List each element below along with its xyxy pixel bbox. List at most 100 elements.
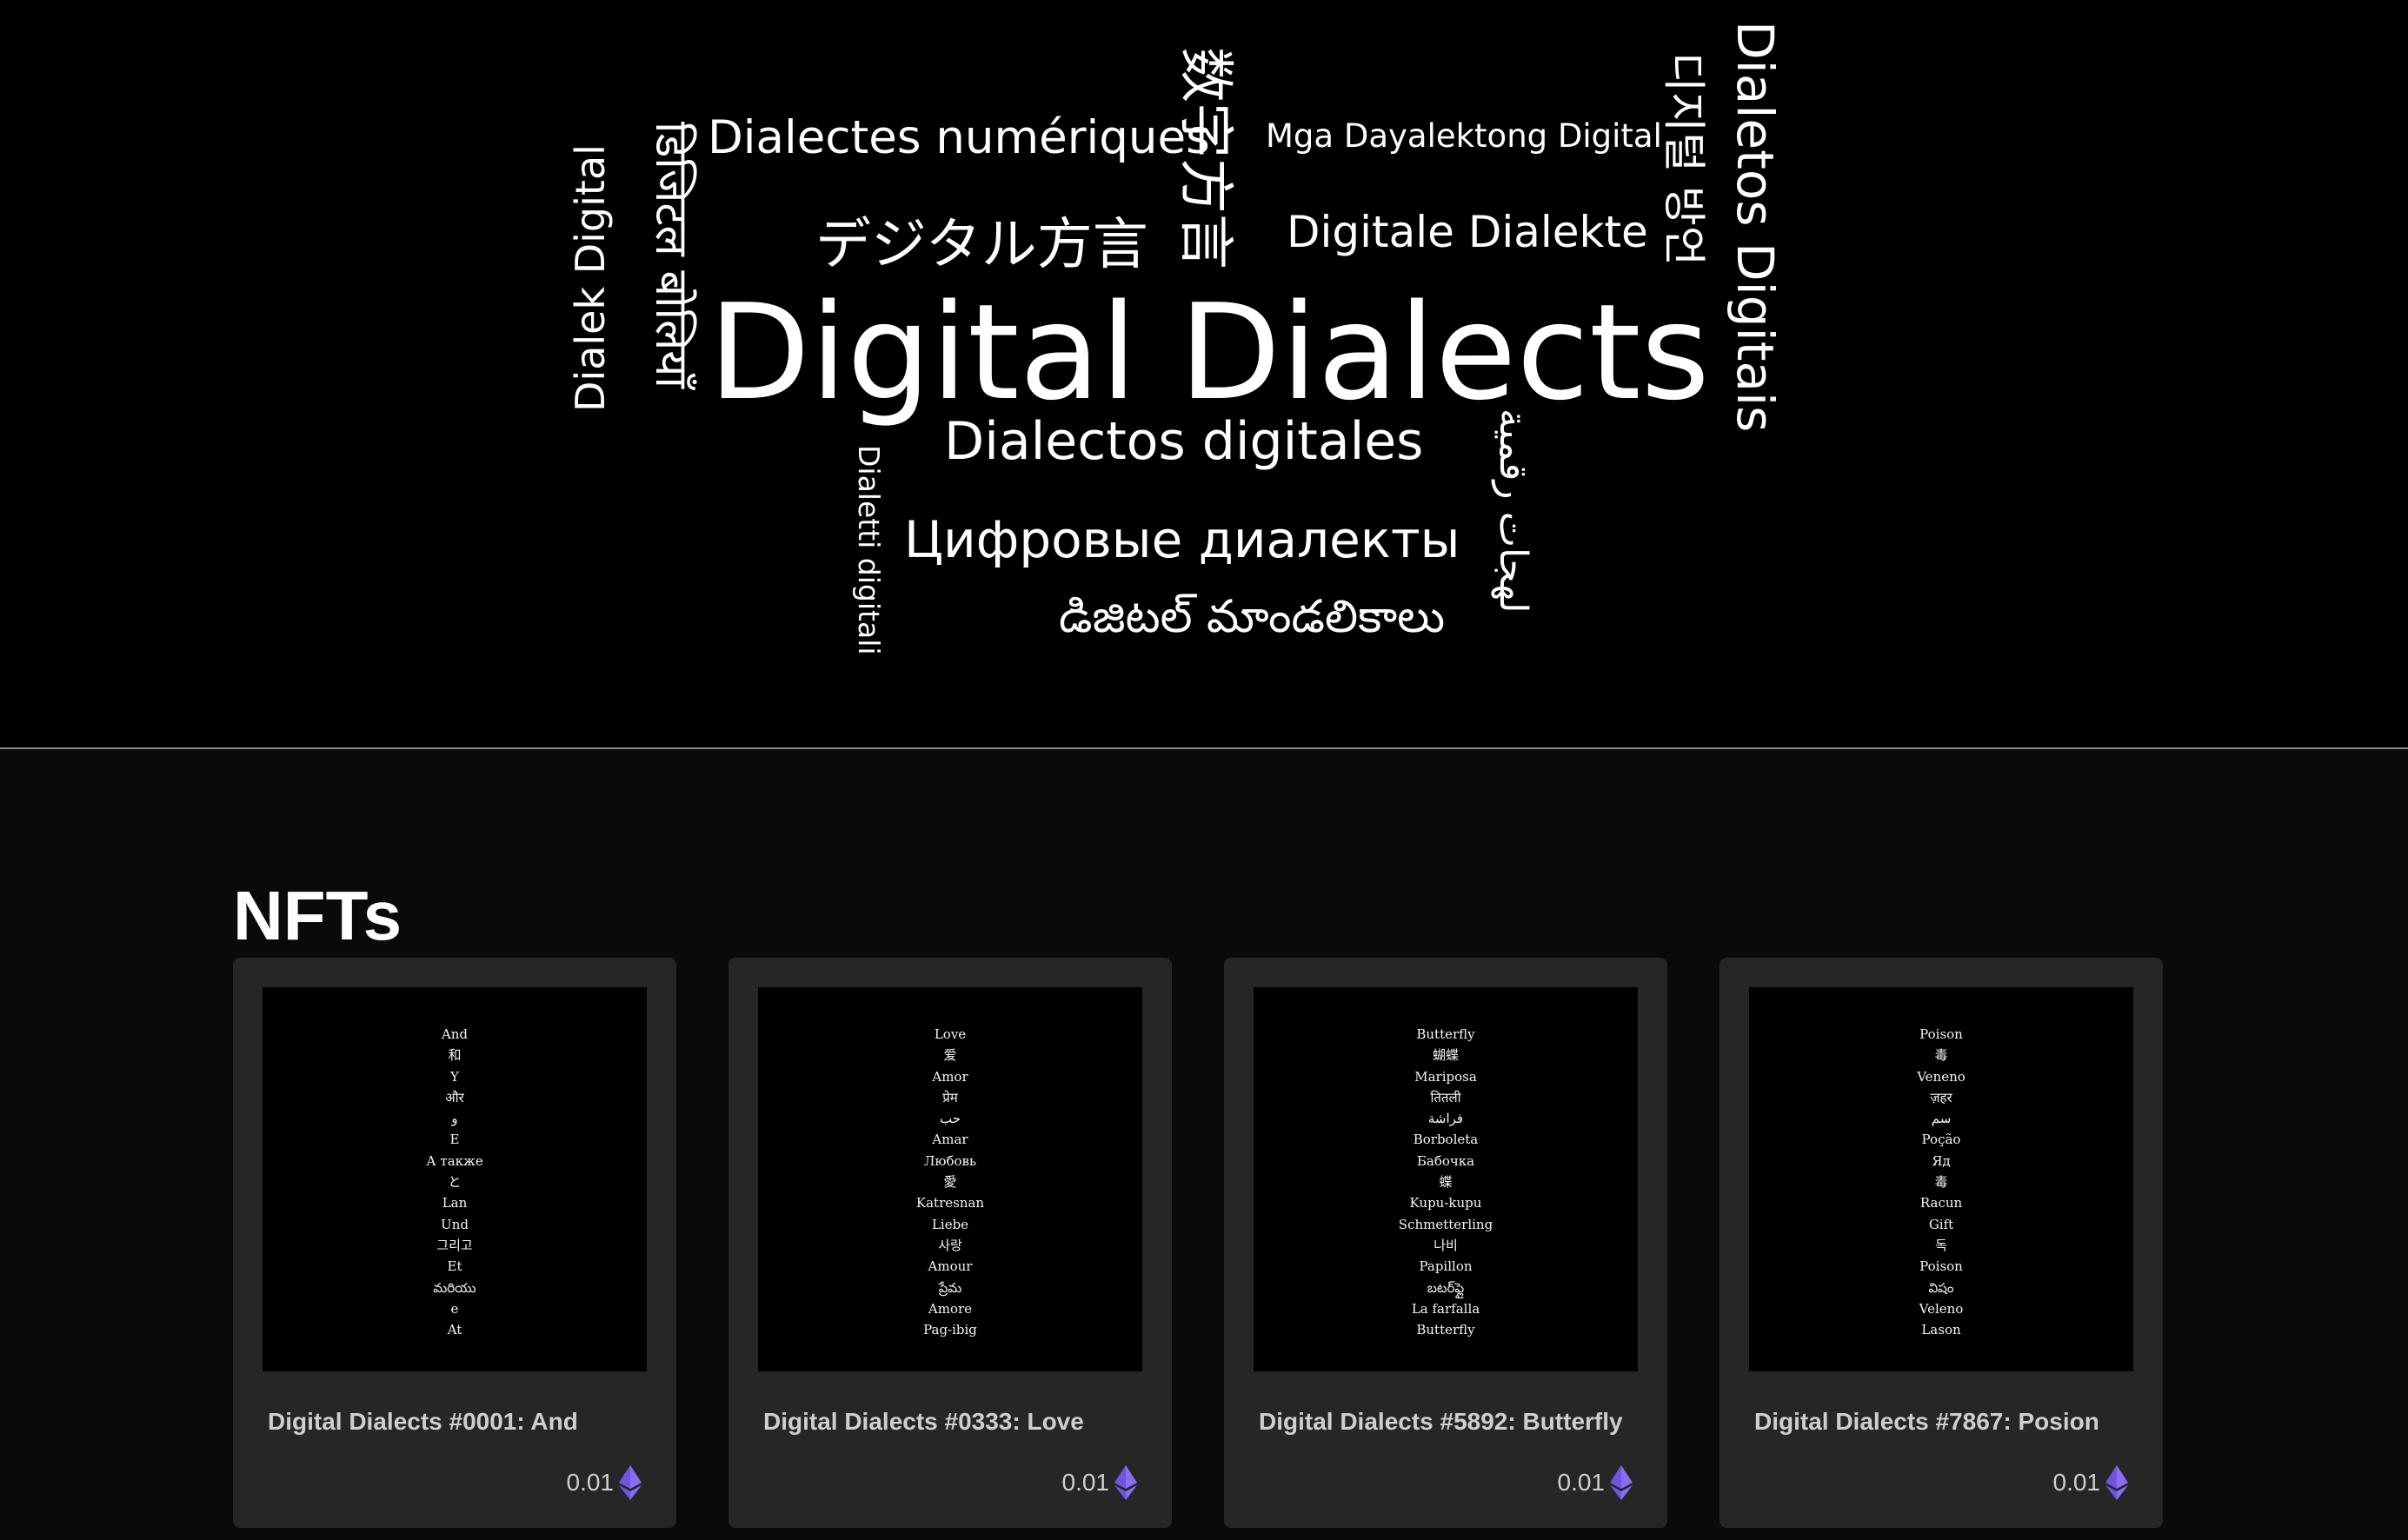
nft-image-word: Poison	[1919, 1258, 1963, 1275]
nft-image-word: فراشة	[1427, 1111, 1464, 1127]
word-tagalog: Mga Dayalektong Digital	[1266, 117, 1662, 155]
hero-title: Digital Dialects	[708, 275, 1710, 429]
nft-image-word: La farfalla	[1411, 1300, 1480, 1317]
word-japanese: デジタル方言	[815, 213, 1148, 277]
nft-image-word: Любовь	[923, 1152, 977, 1169]
nft-image-word: Gift	[1928, 1216, 1954, 1232]
price-value: 0.01	[2052, 1469, 2101, 1496]
word-chinese: 数字方言	[1173, 47, 1237, 269]
nft-image-word: तितली	[1430, 1089, 1461, 1105]
nft-image-word: Amore	[928, 1300, 973, 1317]
nft-image-word: प्रेम	[942, 1089, 958, 1105]
word-portuguese: Dialetos Digitais	[1726, 21, 1785, 433]
nft-image-word: Amor	[932, 1068, 968, 1085]
nft-image-word: و	[451, 1111, 458, 1127]
word-korean: 디지털 방언	[1659, 52, 1709, 266]
nft-image-word: और	[445, 1089, 464, 1105]
nft-image-word: Love	[934, 1026, 967, 1042]
nft-image-word: Borboleta	[1413, 1132, 1479, 1148]
price-value: 0.01	[1061, 1469, 1110, 1496]
nft-image-word: Butterfly	[1416, 1026, 1475, 1042]
nft-image[interactable]: Butterfly 蝴蝶 Mariposa तितली فراشة Borboleta Ба…	[1254, 987, 1638, 1371]
nft-image-word: Veleno	[1919, 1300, 1964, 1317]
nft-image-word: Pag-ibig	[923, 1322, 977, 1338]
nft-image-word: Veneno	[1917, 1068, 1966, 1085]
word-german: Digitale Dialekte	[1287, 207, 1648, 257]
ethereum-icon	[1610, 1465, 1633, 1500]
nft-image[interactable]: Poison 毒 Veneno ज़हर سم Poção Яд 毒 Racun Gift 독 Poi…	[1749, 987, 2133, 1371]
nft-image-word: 毒	[1934, 1174, 1948, 1191]
nft-image-word: А также	[426, 1152, 483, 1169]
nft-image-word: Katresnan	[915, 1195, 985, 1211]
nft-image[interactable]: Love 爱 Amor प्रेम حب Amar Любовь 愛 Katresnan Lieb…	[758, 987, 1142, 1371]
nft-card[interactable]: Butterfly 蝴蝶 Mariposa तितली فراشة Borboleta Ба…	[1224, 958, 1667, 1528]
nft-title[interactable]: Digital Dialects #7867: Posion	[1754, 1408, 2099, 1436]
nft-image-word: 和	[448, 1047, 462, 1064]
nft-image-word: విషం	[1928, 1279, 1954, 1296]
nft-image-word: ప్రేమ	[938, 1279, 962, 1296]
nft-price: 0.01	[1061, 1465, 1137, 1500]
nft-image-word: మరియు	[433, 1279, 476, 1296]
nft-image-word: Бабочка	[1416, 1152, 1475, 1169]
nft-image-word: 그리고	[436, 1237, 473, 1253]
nft-card[interactable]: Love 爱 Amor प्रेम حب Amar Любовь 愛 Katresnan Lieb…	[728, 958, 1172, 1528]
nft-image-word: Liebe	[931, 1216, 969, 1232]
nft-title[interactable]: Digital Dialects #5892: Butterfly	[1259, 1408, 1623, 1436]
nft-title[interactable]: Digital Dialects #0001: And	[268, 1408, 578, 1436]
nft-image-word: Lan	[442, 1195, 468, 1211]
word-hindi: डिजिटल बोलियाँ	[645, 122, 697, 388]
nft-image-word: Kupu-kupu	[1409, 1195, 1482, 1211]
nft-image-word: 사랑	[938, 1237, 962, 1253]
nft-image[interactable]: And 和 Y और و E А также と Lan Und 그리고 Et మరియు e At	[263, 987, 647, 1371]
nfts-heading: NFTs	[233, 876, 402, 954]
nft-image-word: e	[450, 1300, 459, 1317]
nft-image-word: と	[448, 1174, 462, 1191]
nft-image-word: Papillon	[1419, 1258, 1473, 1275]
nft-image-word: Lason	[1921, 1322, 1961, 1338]
nft-image-word: Butterfly	[1416, 1322, 1475, 1338]
word-cloud-banner: Digital Dialects Dialectes numériques Mg…	[0, 0, 2408, 749]
nft-image-word: Und	[441, 1216, 469, 1232]
nft-image-word: Racun	[1919, 1195, 1963, 1211]
nft-image-word: 毒	[1934, 1047, 1948, 1064]
nft-image-word: 독	[1935, 1237, 1947, 1253]
nft-image-word: బటర్‌ఫ్లై	[1427, 1279, 1465, 1296]
word-italian: Dialetti digitali	[852, 445, 886, 655]
nft-image-word: Amour	[928, 1258, 973, 1275]
word-indonesian: Dialek Digital	[567, 144, 614, 412]
ethereum-icon	[2105, 1465, 2128, 1500]
nft-price: 0.01	[567, 1465, 642, 1500]
nft-image-word: 나비	[1433, 1237, 1458, 1253]
nft-image-word: E	[449, 1132, 460, 1148]
nft-image-word: And	[441, 1026, 469, 1042]
nft-image-word: Poison	[1919, 1026, 1963, 1042]
nft-image-word: Y	[450, 1068, 459, 1085]
nft-title[interactable]: Digital Dialects #0333: Love	[763, 1408, 1084, 1436]
price-value: 0.01	[566, 1469, 615, 1496]
nft-card[interactable]: And 和 Y और و E А также と Lan Und 그리고 Et మరియు e At Digi…	[233, 958, 676, 1528]
nft-image-word: Amar	[932, 1132, 968, 1148]
nft-card[interactable]: Poison 毒 Veneno ज़हर سم Poção Яд 毒 Racun Gift 독 Poi…	[1720, 958, 2163, 1528]
ethereum-icon	[619, 1465, 642, 1500]
word-spanish: Dialectos digitales	[944, 411, 1424, 472]
nft-image-word: Яд	[1932, 1152, 1951, 1169]
word-arabic: لهجات رقمية	[1491, 408, 1535, 614]
nft-image-word: ज़हर	[1930, 1089, 1952, 1105]
nft-price: 0.01	[2052, 1465, 2128, 1500]
nft-image-word: حب	[939, 1111, 961, 1127]
nft-image-word: Schmetterling	[1398, 1216, 1493, 1232]
word-french: Dialectes numériques	[708, 111, 1210, 164]
nft-image-word: Et	[447, 1258, 462, 1275]
nft-image-word: 蝴蝶	[1432, 1047, 1459, 1064]
nft-price: 0.01	[1558, 1465, 1633, 1500]
nft-image-word: 爱	[943, 1047, 957, 1064]
nft-image-word: 愛	[943, 1174, 957, 1191]
word-telugu: డిజిటల్ మాండలికాలు	[1059, 591, 1446, 643]
nft-image-word: At	[447, 1322, 462, 1338]
ethereum-icon	[1114, 1465, 1137, 1500]
price-value: 0.01	[1557, 1469, 1606, 1496]
nft-image-word: Mariposa	[1414, 1068, 1477, 1085]
nft-image-word: 蝶	[1439, 1174, 1453, 1191]
nft-image-word: سم	[1931, 1111, 1952, 1127]
word-russian: Цифровые диалекты	[904, 510, 1460, 569]
